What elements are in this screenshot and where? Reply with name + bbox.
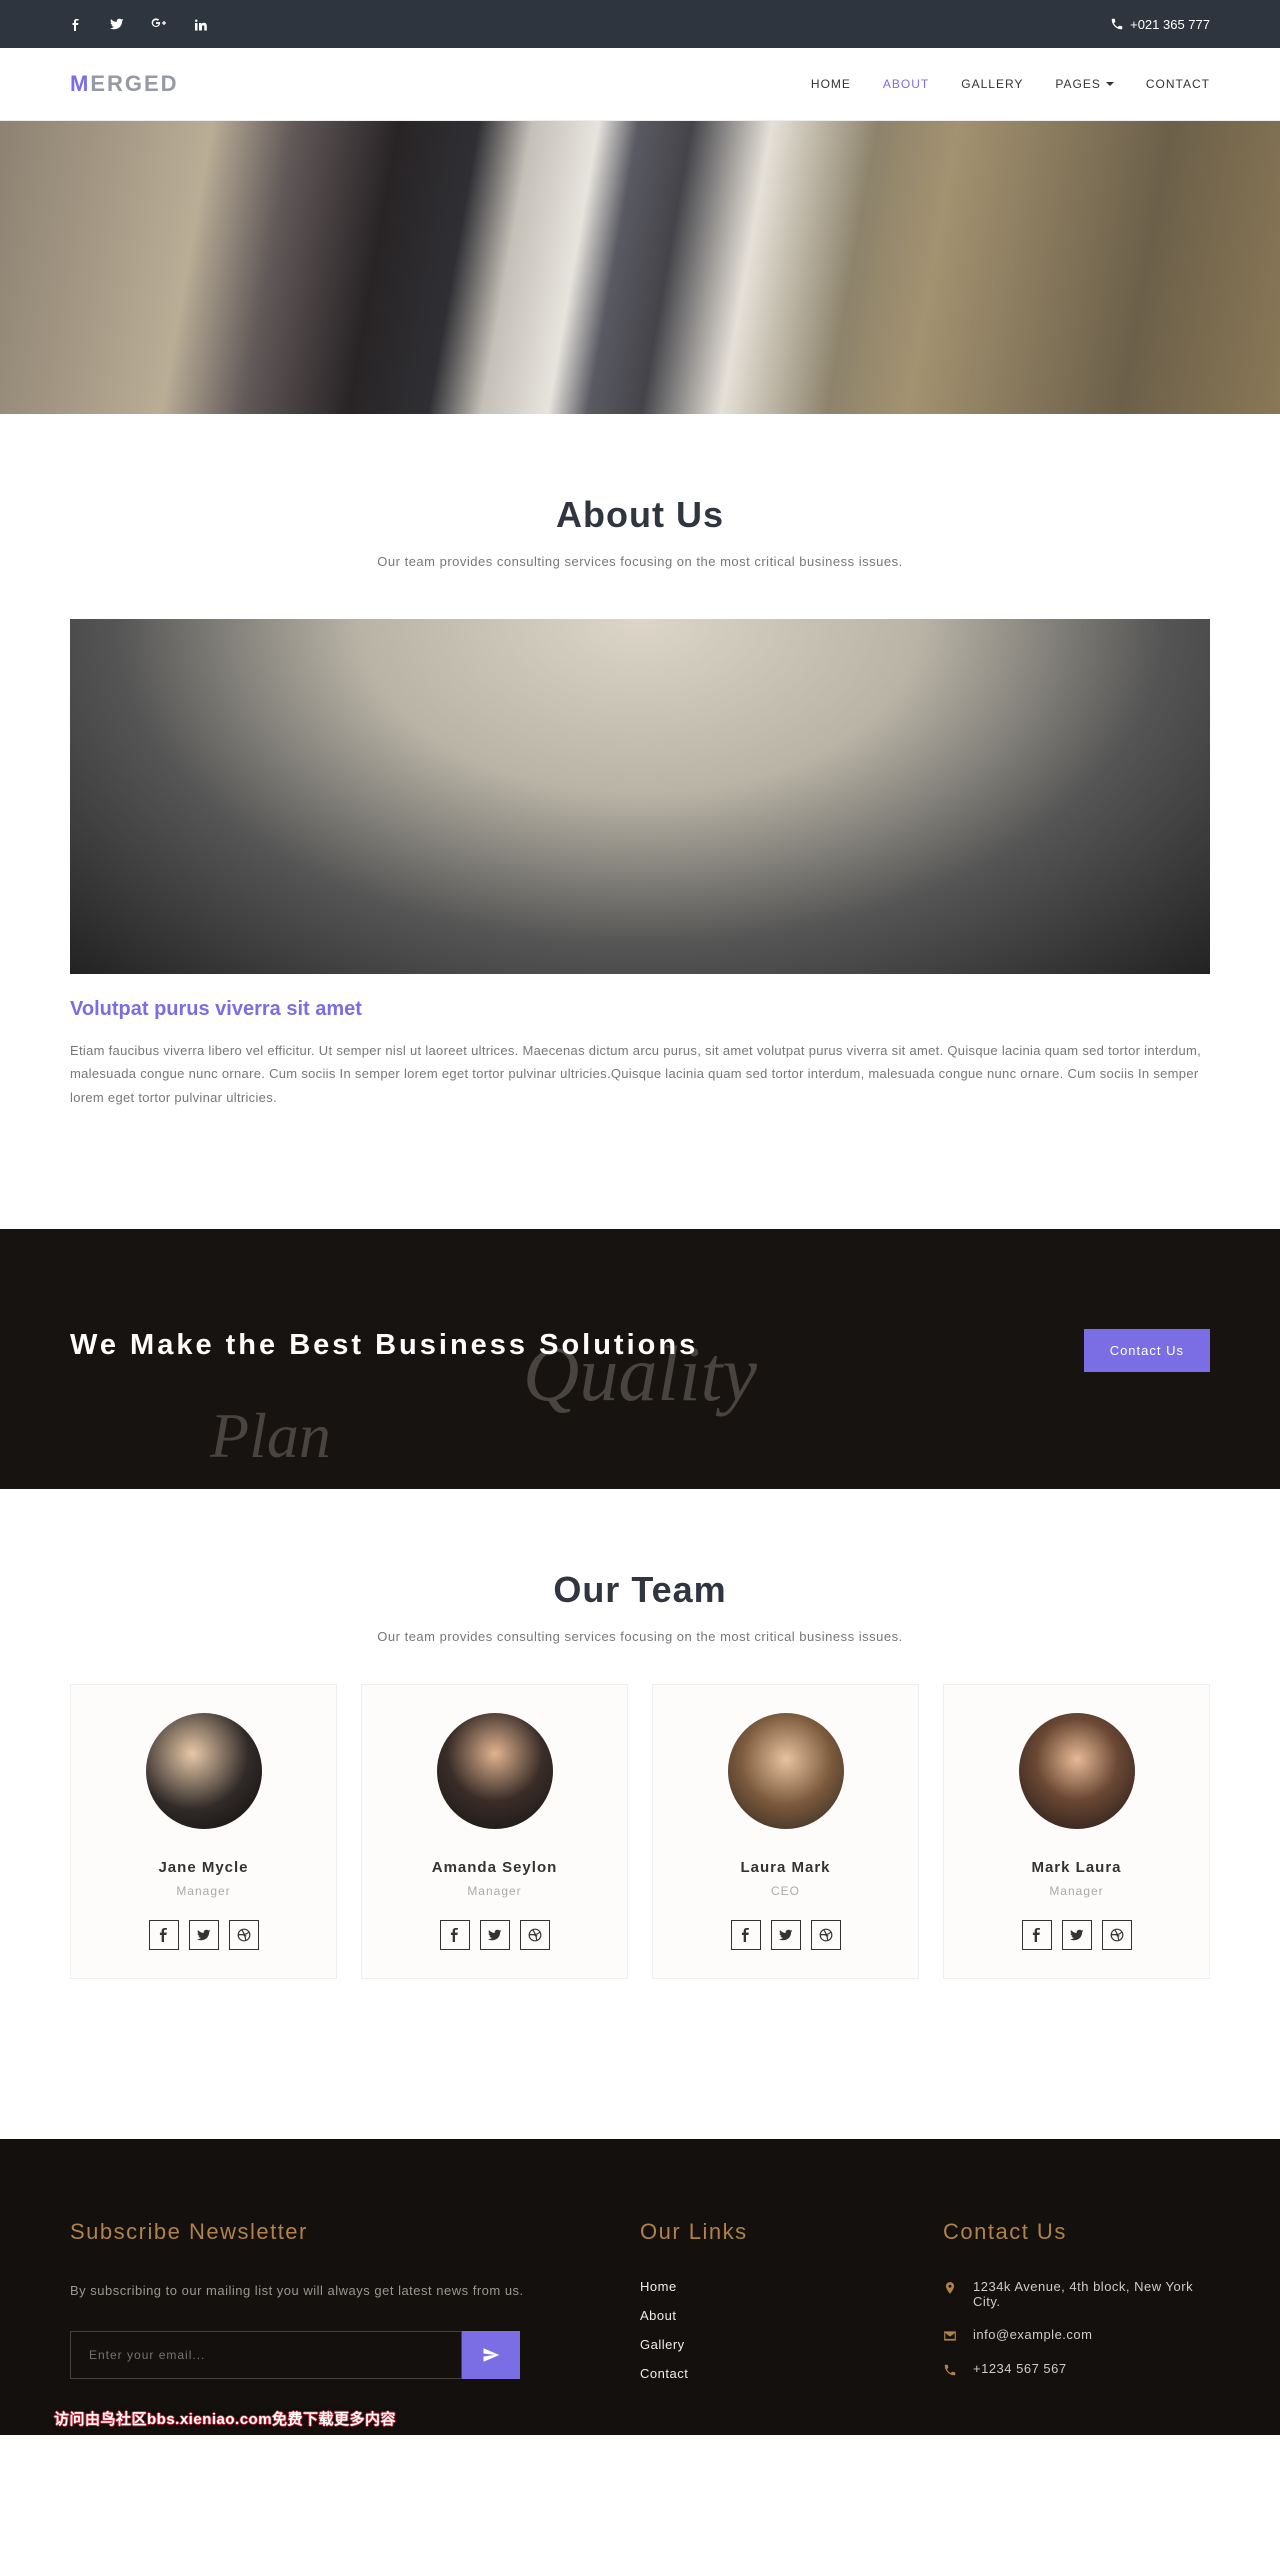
team-section: Our Team Our team provides consulting se…: [0, 1489, 1280, 2039]
about-section: About Us Our team provides consulting se…: [0, 414, 1280, 1169]
links-title: Our Links: [640, 2219, 907, 2245]
team-role: CEO: [665, 1884, 906, 1898]
logo[interactable]: MERGED: [70, 71, 179, 97]
avatar: [1019, 1713, 1135, 1829]
team-name: Amanda Seylon: [374, 1859, 615, 1876]
team-card: Mark Laura Manager: [943, 1684, 1210, 1979]
avatar: [146, 1713, 262, 1829]
twitter-icon[interactable]: [189, 1920, 219, 1950]
footer-newsletter: Subscribe Newsletter By subscribing to o…: [70, 2219, 604, 2395]
team-social: [956, 1920, 1197, 1950]
top-phone: +021 365 777: [1110, 17, 1210, 32]
about-headline: Volutpat purus viverra sit amet: [70, 998, 1210, 1021]
avatar: [728, 1713, 844, 1829]
footer-link-about[interactable]: About: [640, 2308, 907, 2323]
footer-contact: Contact Us 1234k Avenue, 4th block, New …: [943, 2219, 1210, 2395]
avatar: [437, 1713, 553, 1829]
twitter-icon[interactable]: [110, 17, 124, 31]
footer-link-home[interactable]: Home: [640, 2279, 907, 2294]
team-card: Amanda Seylon Manager: [361, 1684, 628, 1979]
team-role: Manager: [374, 1884, 615, 1898]
top-social: [70, 15, 231, 34]
footer-link-gallery[interactable]: Gallery: [640, 2337, 907, 2352]
team-name: Jane Mycle: [83, 1859, 324, 1876]
nav-about[interactable]: ABOUT: [883, 77, 929, 91]
facebook-icon[interactable]: [731, 1920, 761, 1950]
twitter-icon[interactable]: [480, 1920, 510, 1950]
team-title: Our Team: [70, 1569, 1210, 1611]
envelope-icon: [943, 2329, 957, 2343]
facebook-icon[interactable]: [1022, 1920, 1052, 1950]
contact-title: Contact Us: [943, 2219, 1210, 2245]
google-plus-icon[interactable]: [151, 15, 167, 31]
cta-band: We Make the Best Business Solutions Cont…: [0, 1229, 1280, 1489]
contact-phone: +1234 567 567: [973, 2361, 1067, 2377]
team-social: [374, 1920, 615, 1950]
watermark: 访问由鸟社区bbs.xieniao.com免费下载更多内容: [54, 2408, 396, 2429]
twitter-icon[interactable]: [771, 1920, 801, 1950]
about-subtitle: Our team provides consulting services fo…: [70, 554, 1210, 569]
team-name: Laura Mark: [665, 1859, 906, 1876]
phone-number: +021 365 777: [1130, 17, 1210, 32]
team-subtitle: Our team provides consulting services fo…: [70, 1629, 1210, 1644]
footer-link-contact[interactable]: Contact: [640, 2366, 907, 2381]
contact-email-row: info@example.com: [943, 2327, 1210, 2343]
team-card: Jane Mycle Manager: [70, 1684, 337, 1979]
contact-address-row: 1234k Avenue, 4th block, New York City.: [943, 2279, 1210, 2309]
chevron-down-icon: [1106, 82, 1114, 86]
team-social: [665, 1920, 906, 1950]
about-body: Etiam faucibus viverra libero vel effici…: [70, 1039, 1210, 1109]
team-role: Manager: [956, 1884, 1197, 1898]
team-card: Laura Mark CEO: [652, 1684, 919, 1979]
contact-address: 1234k Avenue, 4th block, New York City.: [973, 2279, 1210, 2309]
footer: Subscribe Newsletter By subscribing to o…: [0, 2139, 1280, 2435]
main-nav: MERGED HOME ABOUT GALLERY PAGES CONTACT: [0, 48, 1280, 121]
phone-icon: [943, 2363, 957, 2377]
team-social: [83, 1920, 324, 1950]
subscribe-button[interactable]: [462, 2331, 520, 2379]
facebook-icon[interactable]: [70, 19, 82, 31]
nav-gallery[interactable]: GALLERY: [961, 77, 1023, 91]
team-name: Mark Laura: [956, 1859, 1197, 1876]
contact-email: info@example.com: [973, 2327, 1092, 2343]
nav-home[interactable]: HOME: [811, 77, 851, 91]
about-image: [70, 619, 1210, 974]
pin-icon: [943, 2281, 957, 2295]
contact-phone-row: +1234 567 567: [943, 2361, 1210, 2377]
nav-pages[interactable]: PAGES: [1055, 77, 1113, 91]
top-bar: +021 365 777: [0, 0, 1280, 48]
twitter-icon[interactable]: [1062, 1920, 1092, 1950]
contact-us-button[interactable]: Contact Us: [1084, 1329, 1210, 1372]
about-title: About Us: [70, 494, 1210, 536]
nav-contact[interactable]: CONTACT: [1146, 77, 1210, 91]
dribbble-icon[interactable]: [520, 1920, 550, 1950]
dribbble-icon[interactable]: [229, 1920, 259, 1950]
newsletter-form: [70, 2331, 520, 2379]
dribbble-icon[interactable]: [811, 1920, 841, 1950]
linkedin-icon[interactable]: [195, 19, 207, 31]
email-field[interactable]: [70, 2331, 462, 2379]
newsletter-title: Subscribe Newsletter: [70, 2219, 604, 2245]
dribbble-icon[interactable]: [1102, 1920, 1132, 1950]
phone-icon: [1110, 17, 1124, 31]
cta-title: We Make the Best Business Solutions: [70, 1329, 698, 1362]
team-role: Manager: [83, 1884, 324, 1898]
nav-links: HOME ABOUT GALLERY PAGES CONTACT: [811, 77, 1210, 91]
newsletter-sub: By subscribing to our mailing list you w…: [70, 2279, 604, 2302]
team-grid: Jane Mycle Manager Amanda Seylon Manager: [70, 1684, 1210, 1979]
facebook-icon[interactable]: [149, 1920, 179, 1950]
facebook-icon[interactable]: [440, 1920, 470, 1950]
footer-links: Our Links Home About Gallery Contact: [640, 2219, 907, 2395]
hero-banner: [0, 121, 1280, 414]
